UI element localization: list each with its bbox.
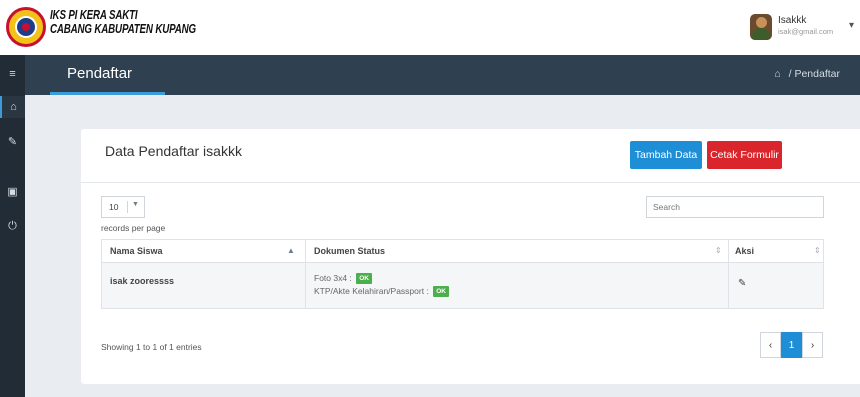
edit-icon[interactable]: ✎ <box>738 278 746 289</box>
data-card: Data Pendaftar isakkk Tambah Data Cetak … <box>81 129 860 384</box>
print-form-button[interactable]: Cetak Formulir <box>707 141 782 169</box>
next-page-button[interactable]: › <box>802 332 823 358</box>
chevron-down-icon[interactable]: ▾ <box>849 20 854 31</box>
user-email: isak@gmail.com <box>778 27 834 36</box>
avatar-body <box>752 28 770 40</box>
column-separator <box>305 240 306 262</box>
org-logo[interactable] <box>6 7 46 47</box>
logo-center <box>22 23 30 31</box>
column-separator <box>728 240 729 262</box>
table-header: Nama Siswa ▲ Dokumen Status ⇕ Aksi ⇕ <box>101 239 824 263</box>
brand-line-1: IKS PI KERA SAKTI <box>50 8 138 22</box>
money-icon[interactable]: ▣ <box>0 180 25 202</box>
home-icon[interactable]: ⌂ <box>774 68 780 80</box>
top-header: IKS PI KERA SAKTI CABANG KABUPATEN KUPAN… <box>0 0 860 55</box>
avatar-head <box>756 17 767 28</box>
breadcrumb-current: Pendaftar <box>794 68 840 80</box>
brand-line-2: CABANG KABUPATEN KUPANG <box>50 22 196 36</box>
card-title: Data Pendaftar isakkk <box>105 143 242 159</box>
user-name: Isakkk <box>778 15 807 26</box>
power-icon[interactable]: ⏻ <box>0 215 25 237</box>
cell-dokumen: Foto 3x4 : OK KTP/Akte Kelahiran/Passpor… <box>314 272 449 298</box>
table-info: Showing 1 to 1 of 1 entries <box>101 342 202 352</box>
status-badge: OK <box>356 273 372 285</box>
doc-ktp-label: KTP/Akte Kelahiran/Passport : <box>314 286 429 296</box>
col-header-aksi[interactable]: Aksi <box>735 240 754 262</box>
column-separator <box>728 263 729 308</box>
doc-ktp: KTP/Akte Kelahiran/Passport : OK <box>314 285 449 298</box>
chevron-down-icon: ▼ <box>132 201 139 208</box>
page-1-button[interactable]: 1 <box>781 332 802 358</box>
brand-name[interactable]: IKS PI KERA SAKTI CABANG KABUPATEN KUPAN… <box>50 8 196 36</box>
edit-icon[interactable]: ✎ <box>0 130 25 152</box>
prev-page-button[interactable]: ‹ <box>760 332 781 358</box>
cell-nama: isak zooressss <box>110 276 175 286</box>
divider <box>81 182 860 183</box>
status-badge: OK <box>433 286 449 298</box>
avatar <box>750 14 772 40</box>
add-data-button[interactable]: Tambah Data <box>630 141 702 169</box>
page-title: Pendaftar <box>67 65 133 82</box>
data-table: Nama Siswa ▲ Dokumen Status ⇕ Aksi ⇕ isa… <box>101 239 824 309</box>
page-bar: Pendaftar ⌂ / Pendaftar <box>25 55 860 95</box>
sidebar: ≡ ⌂ ✎ ▣ ⏻ <box>0 55 25 397</box>
doc-foto-label: Foto 3x4 : <box>314 273 352 283</box>
table-row: isak zooressss Foto 3x4 : OK KTP/Akte Ke… <box>101 263 824 309</box>
content-area: Data Pendaftar isakkk Tambah Data Cetak … <box>25 95 860 397</box>
page-length-select[interactable]: 10 ▼ <box>101 196 145 218</box>
sort-icon[interactable]: ⇕ <box>715 240 722 262</box>
sort-asc-icon[interactable]: ▲ <box>287 240 295 262</box>
col-header-nama[interactable]: Nama Siswa <box>110 240 290 262</box>
page-length-value: 10 <box>109 202 119 212</box>
col-header-dokumen[interactable]: Dokumen Status <box>314 240 385 262</box>
pagination: ‹ 1 › <box>760 332 823 358</box>
sort-icon[interactable]: ⇕ <box>814 240 821 262</box>
page-length-label: records per page <box>101 223 166 233</box>
user-menu[interactable]: Isakkk isak@gmail.com ▾ <box>750 0 860 55</box>
doc-foto: Foto 3x4 : OK <box>314 272 449 285</box>
column-separator <box>305 263 306 308</box>
menu-icon[interactable]: ≡ <box>0 63 25 85</box>
search-input[interactable] <box>646 196 824 218</box>
select-separator <box>127 201 128 213</box>
breadcrumb: ⌂ / Pendaftar <box>774 68 840 80</box>
home-icon[interactable]: ⌂ <box>0 96 25 118</box>
breadcrumb-sep: / <box>788 68 792 80</box>
